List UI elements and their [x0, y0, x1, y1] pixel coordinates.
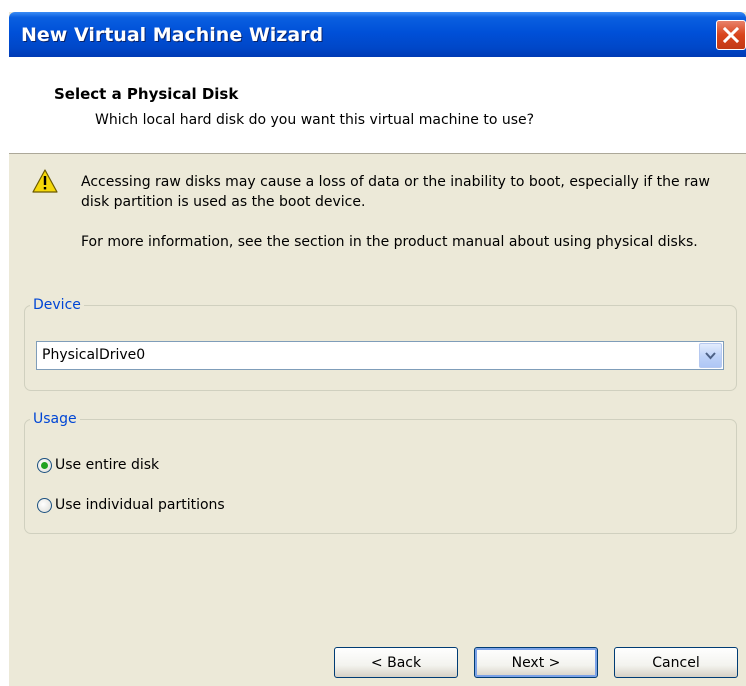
window-title: New Virtual Machine Wizard [21, 24, 324, 46]
warning-text-2: For more information, see the section in… [81, 234, 698, 250]
warning-icon [32, 169, 58, 193]
usage-legend: Usage [33, 411, 77, 427]
device-select-value: PhysicalDrive0 [42, 347, 146, 363]
radio-use-entire-disk[interactable]: Use entire disk [37, 454, 159, 476]
device-select[interactable]: PhysicalDrive0 [36, 341, 724, 370]
radio-button-individual-partitions[interactable] [37, 497, 52, 513]
warning-message: Accessing raw disks may cause a loss of … [81, 172, 731, 252]
close-button[interactable] [716, 20, 746, 50]
back-button[interactable]: < Back [334, 647, 458, 678]
radio-button-entire-disk[interactable] [37, 457, 52, 473]
device-dropdown-button[interactable] [699, 343, 722, 368]
radio-label-individual-partitions: Use individual partitions [55, 497, 225, 513]
cancel-button[interactable]: Cancel [614, 647, 738, 678]
chevron-down-icon [705, 352, 716, 360]
next-button[interactable]: Next > [474, 647, 598, 678]
title-bar[interactable]: New Virtual Machine Wizard [9, 12, 746, 57]
radio-use-individual-partitions[interactable]: Use individual partitions [37, 494, 225, 516]
warning-text-1: Accessing raw disks may cause a loss of … [81, 174, 710, 210]
radio-label-entire-disk: Use entire disk [55, 457, 160, 473]
device-legend: Device [33, 297, 81, 313]
page-subtitle: Which local hard disk do you want this v… [95, 112, 535, 128]
close-icon [723, 27, 739, 43]
wizard-header: Select a Physical Disk Which local hard … [9, 57, 746, 154]
page-title: Select a Physical Disk [54, 85, 239, 103]
